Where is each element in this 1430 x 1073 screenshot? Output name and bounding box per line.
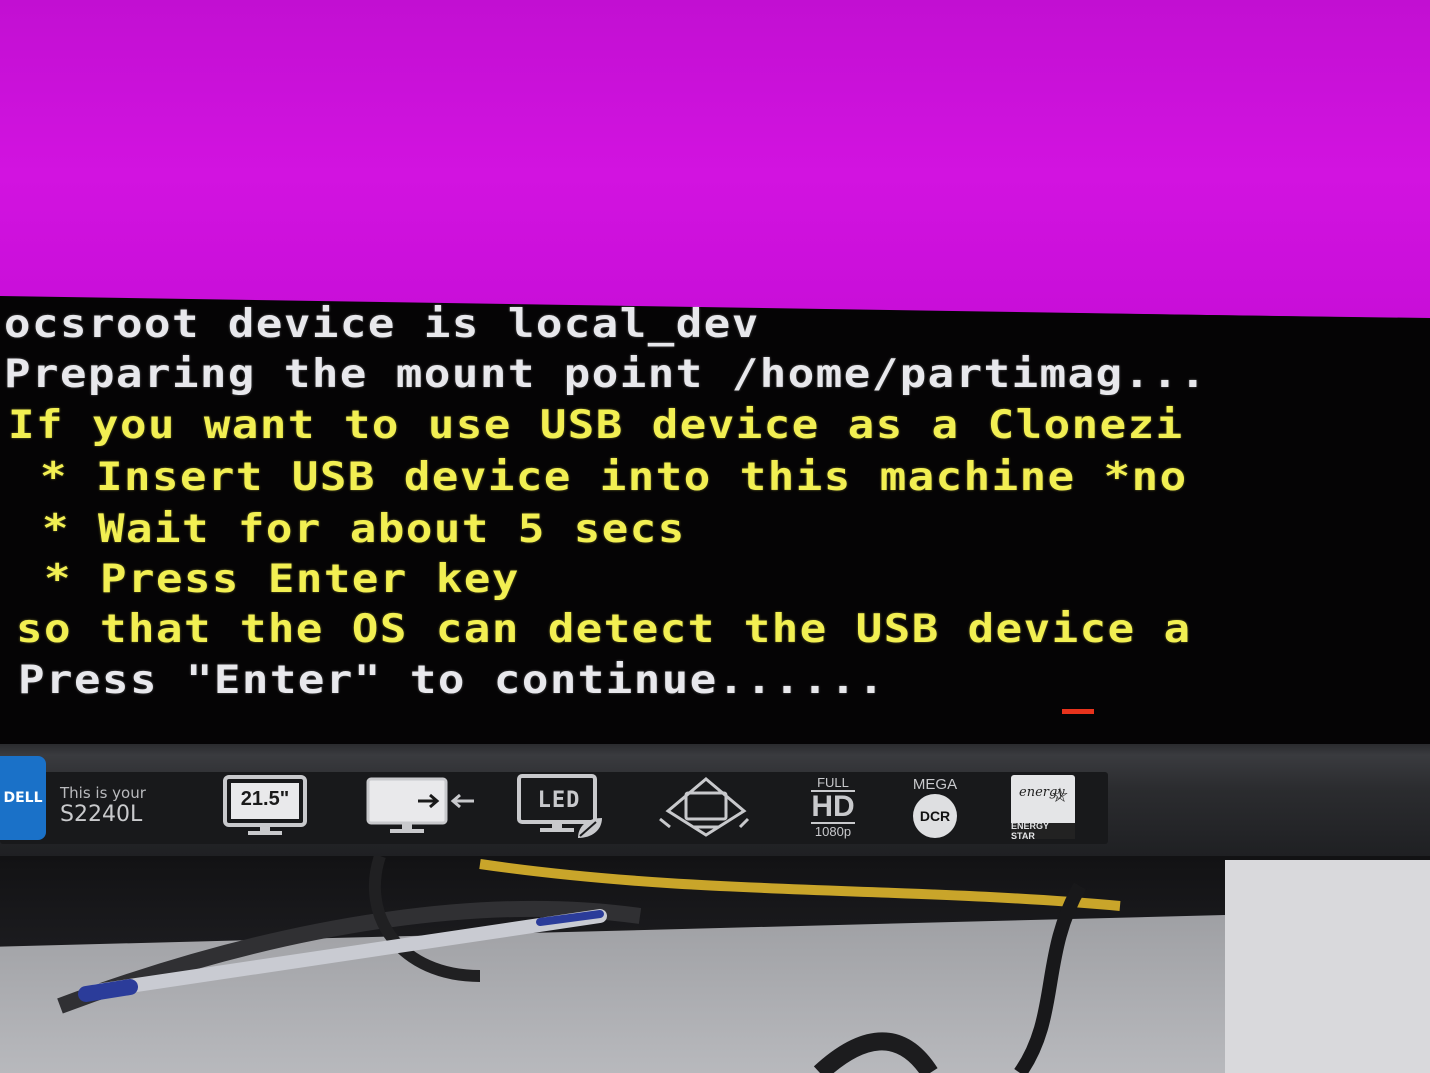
console-line-3: If you want to use USB device as a Clone… [8, 402, 1184, 448]
text-cursor [1062, 709, 1094, 714]
dcr-label: DCR [919, 808, 951, 824]
tilt-badge [654, 772, 758, 842]
console-line-5: * Wait for about 5 secs [14, 506, 686, 552]
full-hd-main: HD [811, 789, 855, 824]
full-hd-bottom: 1080p [814, 823, 852, 839]
console-line-7: so that the OS can detect the USB device… [16, 606, 1192, 652]
mega-label: MEGA [912, 776, 958, 793]
mega-dcr-badge: MEGA DCR [904, 772, 966, 842]
energy-star-badge: energy ☆ ENERGY STAR [1010, 772, 1076, 842]
led-label: LED [537, 788, 581, 813]
model-text: S2240L [60, 802, 143, 827]
slim-monitor-badge [366, 772, 476, 842]
console-line-1: ocsroot device is local_dev [4, 301, 760, 347]
energy-star-label: ENERGY STAR [1011, 821, 1049, 841]
photo-scene: ocsroot device is local_dev Preparing th… [0, 0, 1430, 1073]
tilt-swivel-icon [659, 777, 750, 837]
energy-star-icon: energy ☆ ENERGY STAR [1011, 775, 1075, 841]
console-line-8: Press "Enter" to continue...... [18, 657, 886, 703]
full-hd-top: FULL [817, 774, 849, 790]
dcr-circle-icon: DCR [913, 794, 957, 838]
screen-size-badge: 21.5" [222, 772, 308, 842]
model-tag: This is your S2240L [60, 784, 146, 828]
slim-monitor-icon [366, 777, 474, 833]
tagline-text: This is your [60, 784, 146, 802]
console-line-2: Preparing the mount point /home/partimag… [4, 351, 1208, 397]
full-hd-badge: FULL HD 1080p [802, 772, 864, 842]
led-badge: LED [516, 772, 604, 842]
screen-size-label: 21.5" [240, 788, 290, 810]
dell-logo-text: DELL [3, 790, 43, 806]
dell-logo: DELL [0, 756, 46, 840]
magenta-screen-area [0, 0, 1430, 318]
star-glyph: ☆ [1051, 783, 1069, 807]
console-line-6: * Press Enter key [16, 556, 520, 602]
cables-and-pen [57, 856, 1121, 1073]
console-line-4: * Insert USB device into this machine *n… [12, 454, 1188, 500]
